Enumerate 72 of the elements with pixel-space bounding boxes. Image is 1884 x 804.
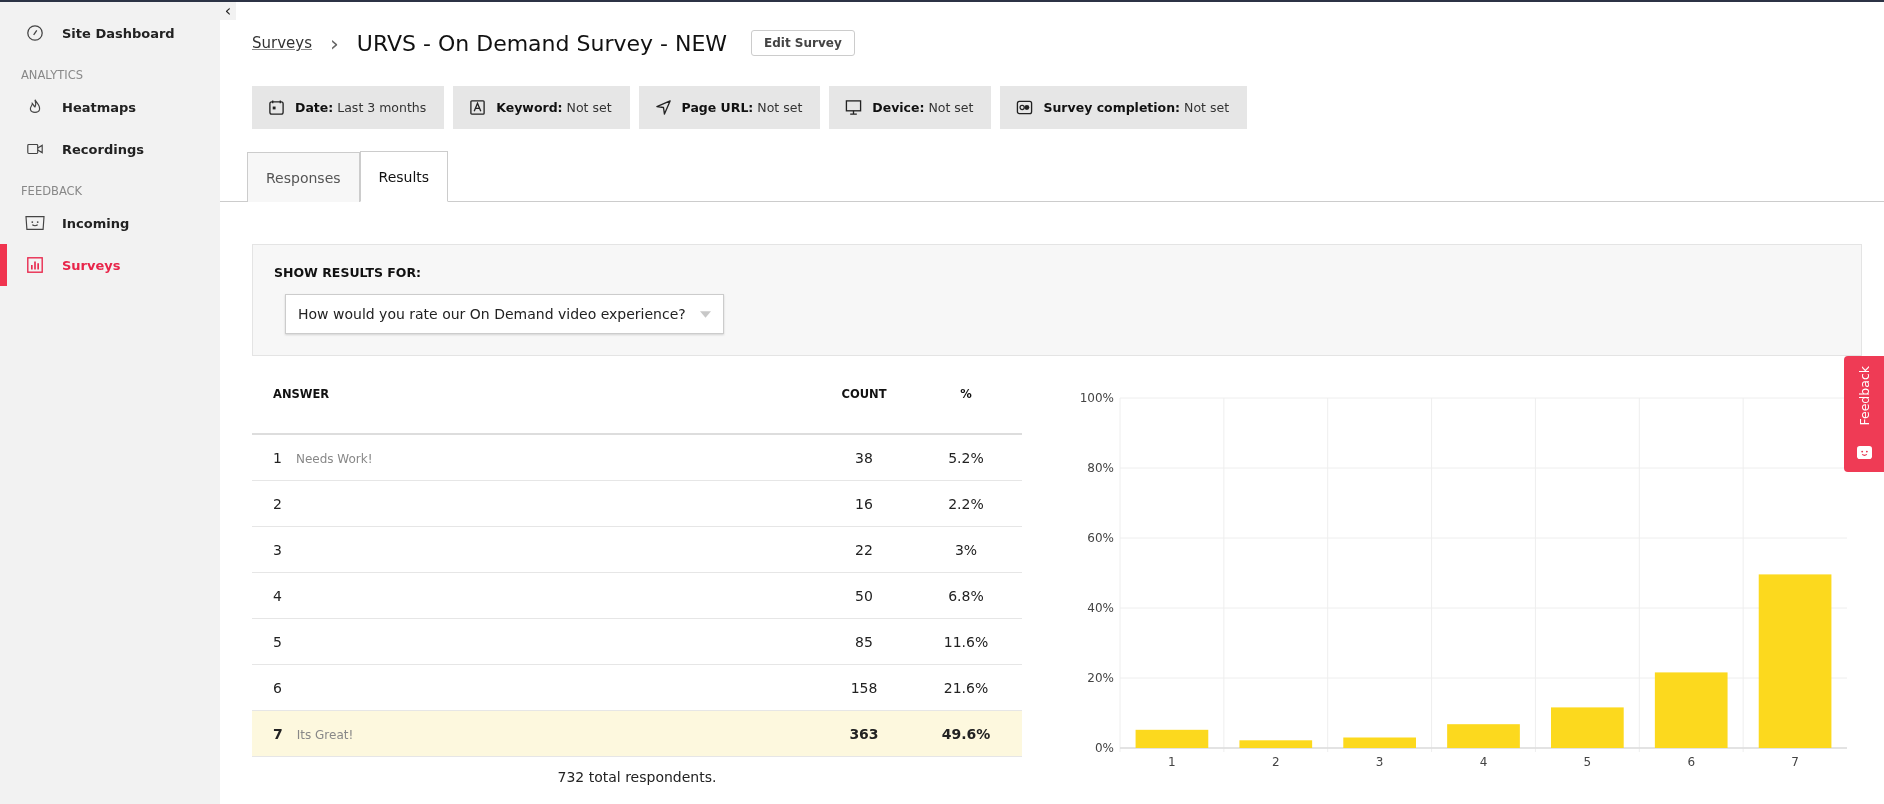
edit-survey-button[interactable]: Edit Survey xyxy=(751,30,855,56)
x-tick-label: 2 xyxy=(1271,755,1280,769)
answer-value: 7 xyxy=(273,725,283,742)
y-tick-label: 60% xyxy=(1087,531,1114,545)
y-tick-label: 40% xyxy=(1087,601,1114,615)
answer-label: Its Great! xyxy=(296,727,354,742)
breadcrumb-separator: › xyxy=(330,30,339,56)
filter-chip[interactable]: Keyword: Not set xyxy=(453,86,630,129)
sidebar-item[interactable]: Heatmaps xyxy=(0,86,220,128)
results-label: SHOW RESULTS FOR: xyxy=(274,265,423,280)
answer-value: 6 xyxy=(273,679,282,696)
x-tick-label: 4 xyxy=(1479,755,1488,769)
total-respondents: 732 total respondents. xyxy=(556,769,718,785)
x-tick-label: 5 xyxy=(1583,755,1592,769)
sidebar-item[interactable]: Recordings xyxy=(0,128,220,170)
x-tick-label: 1 xyxy=(1168,755,1176,769)
count-cell: 50 xyxy=(855,587,873,604)
question-dropdown[interactable]: How would you rate our On Demand video experience? xyxy=(285,294,724,334)
x-tick-label: 7 xyxy=(1791,755,1799,769)
sidebar-item[interactable]: Site Dashboard xyxy=(0,12,220,54)
count-cell: 85 xyxy=(855,633,873,650)
column-header: % xyxy=(910,356,1022,434)
answer-value: 3 xyxy=(273,541,282,558)
tab[interactable]: Results xyxy=(359,151,449,202)
percent-cell: 6.8% xyxy=(948,587,984,604)
y-tick-label: 100% xyxy=(1079,391,1114,405)
tab[interactable]: Responses xyxy=(247,152,360,202)
breadcrumb-link[interactable]: Surveys xyxy=(252,34,312,52)
answer-value: 2 xyxy=(273,495,282,512)
filter-chip[interactable]: Date: Last 3 months xyxy=(252,86,445,129)
percent-cell: 49.6% xyxy=(941,725,991,742)
filter-chip[interactable]: Survey completion: Not set xyxy=(1000,86,1248,129)
percent-cell: 11.6% xyxy=(943,633,989,650)
column-header: ANSWER xyxy=(252,356,818,434)
percent-cell: 2.2% xyxy=(948,495,984,512)
answer-value: 4 xyxy=(273,587,282,604)
monitor-icon xyxy=(845,99,863,116)
column-header: COUNT xyxy=(818,356,910,434)
y-tick-label: 80% xyxy=(1087,461,1114,475)
count-cell: 22 xyxy=(855,541,873,558)
calendar-icon xyxy=(268,99,285,116)
answer-label: Needs Work! xyxy=(295,451,373,466)
percent-cell: 5.2% xyxy=(948,449,984,466)
page-title: URVS - On Demand Survey - NEW xyxy=(356,30,728,56)
letter-a-icon xyxy=(469,99,487,116)
x-tick-label: 3 xyxy=(1375,755,1384,769)
gauge-icon xyxy=(26,24,44,42)
y-tick-label: 0% xyxy=(1094,741,1114,755)
toggle-icon xyxy=(1016,99,1034,116)
x-tick-label: 6 xyxy=(1687,755,1696,769)
y-tick-label: 20% xyxy=(1087,671,1114,685)
count-cell: 363 xyxy=(849,725,879,742)
percent-cell: 3% xyxy=(954,541,978,558)
feedback-tab[interactable]: Feedback xyxy=(1844,356,1884,472)
collapse-button[interactable]: ‹ xyxy=(220,2,236,20)
count-cell: 16 xyxy=(855,495,873,512)
section-heading: ANALYTICS xyxy=(20,67,84,84)
percent-cell: 21.6% xyxy=(943,679,989,696)
filter-chip[interactable]: Page URL: Not set xyxy=(638,86,821,129)
sidebar-item[interactable]: Surveys xyxy=(0,244,220,286)
smiley-box-icon xyxy=(24,214,46,232)
caret-icon xyxy=(699,310,711,318)
navigation-arrow-icon xyxy=(654,99,672,116)
count-cell: 158 xyxy=(850,679,878,696)
answer-value: 1 xyxy=(273,449,282,466)
sidebar-item[interactable]: Incoming xyxy=(0,202,220,244)
count-cell: 38 xyxy=(855,449,873,466)
bar-chart-icon xyxy=(26,256,44,274)
answer-value: 5 xyxy=(273,633,282,650)
section-heading: FEEDBACK xyxy=(20,183,84,200)
smiley-icon xyxy=(1855,445,1873,460)
filter-chip[interactable]: Device: Not set xyxy=(829,86,992,129)
